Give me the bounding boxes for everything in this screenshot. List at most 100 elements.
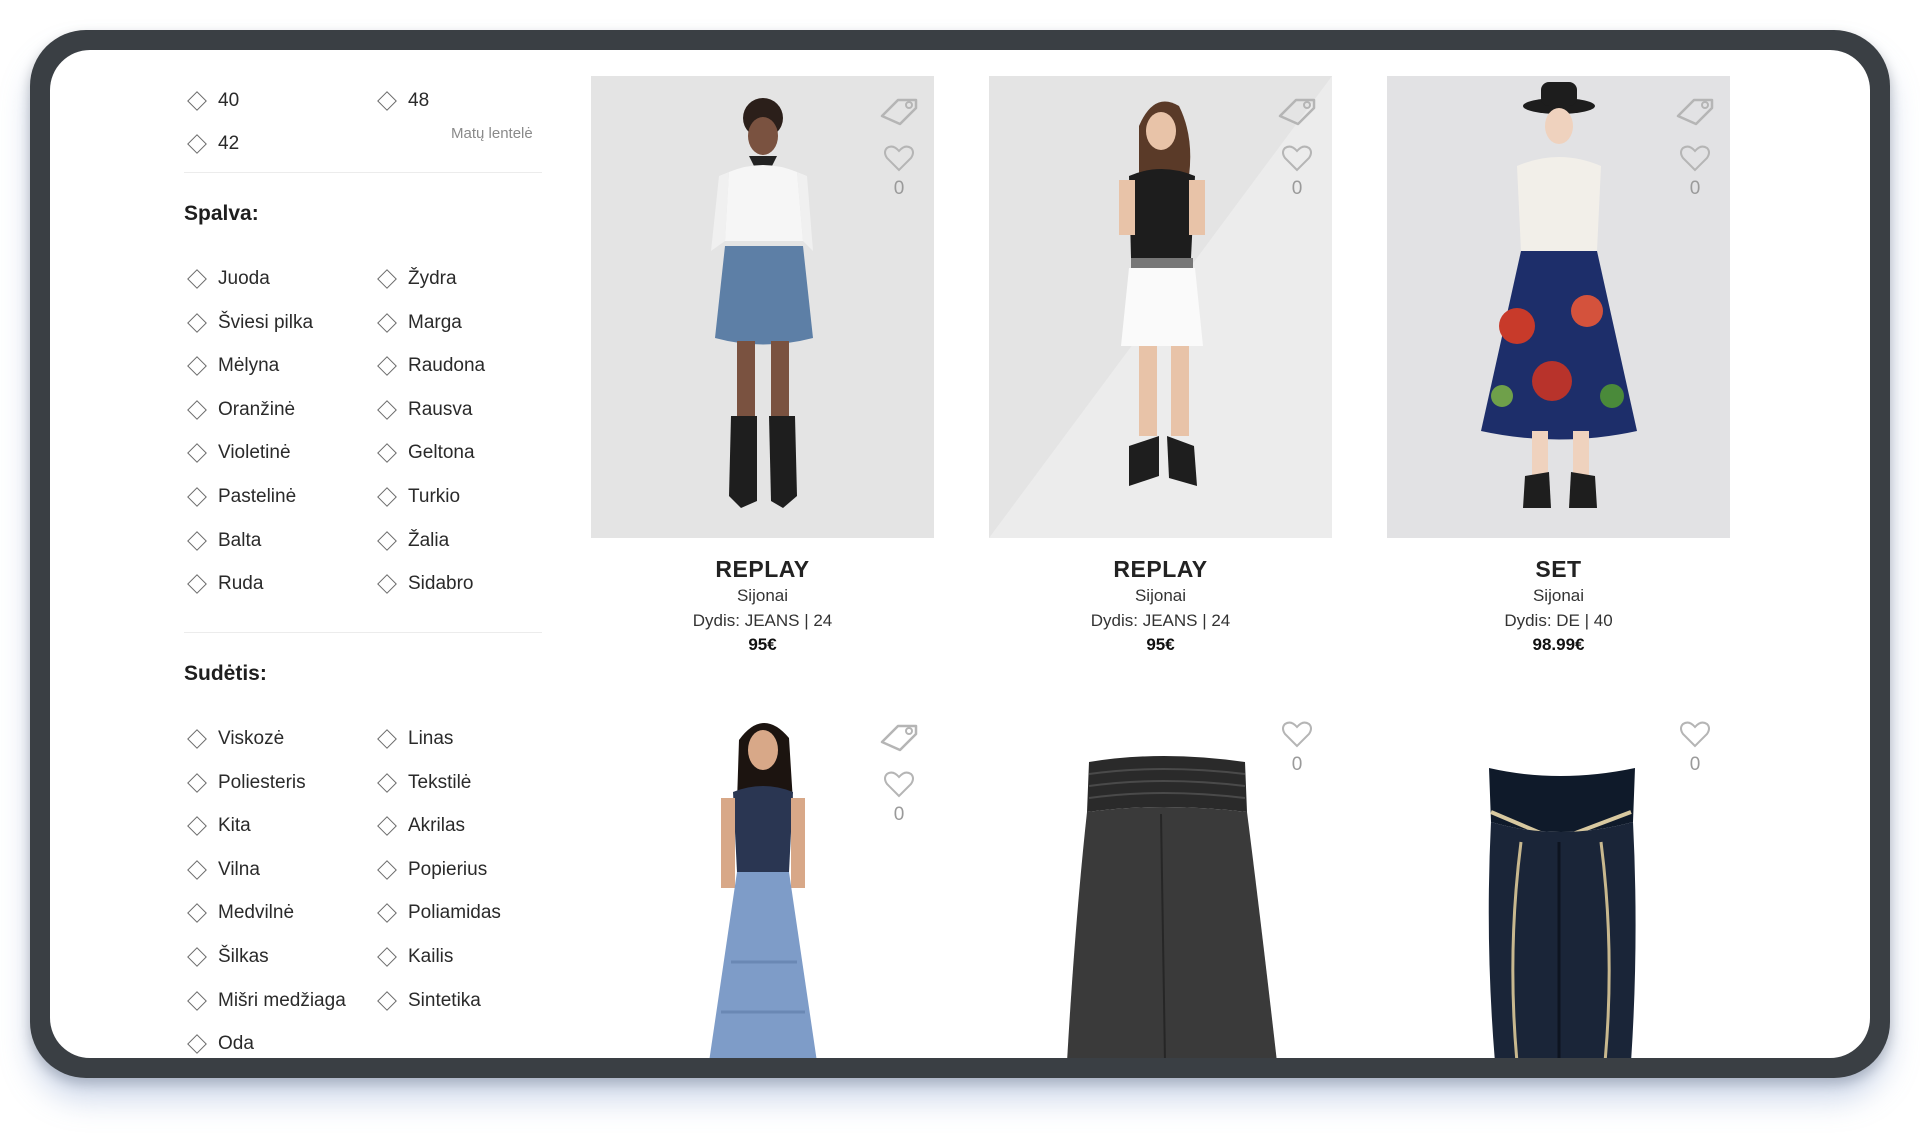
color-option[interactable]: Šviesi pilka [187, 311, 314, 334]
product-image[interactable] [989, 702, 1332, 1058]
device-frame: 40 48 42 Matų lentelė Spalva: Juoda Žydra… [30, 30, 1890, 1078]
size-option-label: 48 [408, 90, 430, 111]
checkbox-diamond-icon [187, 312, 207, 333]
composition-option-label: Popierius [408, 858, 488, 880]
color-option-label: Juoda [218, 268, 270, 289]
checkbox-diamond-icon [187, 356, 207, 377]
composition-option[interactable]: Tekstilė [377, 772, 471, 794]
like-count: 0 [1291, 178, 1303, 199]
size-table-link[interactable]: Matų lentelė [451, 125, 533, 142]
heart-icon[interactable] [883, 144, 915, 177]
price-tag-icon[interactable] [878, 720, 920, 759]
composition-option[interactable]: Šilkas [187, 946, 269, 968]
color-option-label: Balta [218, 529, 262, 551]
composition-option-label: Poliamidas [408, 902, 501, 924]
color-option[interactable]: Geltona [377, 442, 475, 464]
checkbox-diamond-icon [187, 729, 207, 749]
composition-option-label: Kailis [408, 946, 454, 967]
checkbox-diamond-icon [187, 269, 207, 289]
checkbox-diamond-icon [377, 859, 397, 880]
composition-option[interactable]: Vilna [187, 859, 260, 881]
like-count: 0 [1689, 178, 1701, 199]
price-tag-icon[interactable] [878, 94, 920, 133]
checkbox-diamond-icon [377, 312, 397, 333]
filter-sidebar: 40 48 42 Matų lentelė Spalva: Juoda Žydra… [50, 50, 570, 1058]
color-option[interactable]: Pastelinė [187, 486, 296, 508]
size-option-40[interactable]: 40 [187, 90, 240, 112]
checkbox-diamond-icon [187, 859, 207, 880]
color-option[interactable]: Balta [187, 529, 262, 552]
product-size: Dydis: JEANS | 24 [1090, 611, 1231, 630]
color-option[interactable]: Mėlyna [187, 355, 280, 377]
composition-option[interactable]: Sintetika [377, 989, 481, 1012]
color-option-label: Raudona [408, 355, 486, 377]
color-option[interactable]: Juoda [187, 268, 270, 290]
composition-option[interactable]: Poliamidas [377, 902, 501, 924]
size-option-label: 42 [218, 133, 240, 154]
size-option-label: 40 [218, 90, 240, 111]
composition-option-label: Poliesteris [218, 771, 306, 793]
checkbox-diamond-icon [377, 947, 397, 967]
price-tag-icon[interactable] [1674, 94, 1716, 133]
checkbox-diamond-icon [187, 990, 207, 1011]
composition-option[interactable]: Kita [187, 815, 251, 837]
color-option[interactable]: Oranžinė [187, 398, 296, 421]
composition-option[interactable]: Viskozė [187, 728, 285, 750]
product-info: REPLAY Sijonai Dydis: JEANS | 24 95€ [989, 554, 1332, 657]
heart-icon[interactable] [1679, 144, 1711, 177]
price-tag-icon[interactable] [1276, 94, 1318, 133]
color-option[interactable]: Turkio [377, 486, 461, 508]
composition-filter-title: Sudėtis: [184, 662, 267, 685]
composition-option[interactable]: Linas [377, 728, 453, 750]
composition-option-label: Sintetika [408, 989, 481, 1011]
color-option-label: Turkio [408, 486, 461, 507]
composition-option[interactable]: Oda [187, 1033, 254, 1055]
composition-option[interactable]: Mišri medžiaga [187, 989, 346, 1012]
checkbox-diamond-icon [377, 399, 397, 420]
color-option[interactable]: Sidabro [377, 573, 474, 595]
composition-option-label: Viskozė [218, 728, 285, 749]
color-option-label: Žydra [408, 268, 457, 289]
composition-option[interactable]: Medvilnė [187, 902, 294, 924]
heart-icon[interactable] [1281, 144, 1313, 177]
color-option[interactable]: Žydra [377, 268, 457, 290]
checkbox-diamond-icon [377, 990, 397, 1011]
product-category: Sijonai [1532, 586, 1585, 605]
composition-option[interactable]: Popierius [377, 858, 488, 881]
checkbox-diamond-icon [187, 947, 207, 967]
color-option[interactable]: Violetinė [187, 442, 291, 464]
composition-option[interactable]: Kailis [377, 946, 454, 968]
product-image[interactable] [1387, 702, 1730, 1058]
color-option-label: Oranžinė [218, 398, 296, 420]
heart-icon[interactable] [1281, 720, 1313, 753]
color-option[interactable]: Marga [377, 311, 462, 334]
color-option-label: Marga [408, 311, 462, 333]
checkbox-diamond-icon [377, 574, 397, 595]
heart-icon[interactable] [883, 770, 915, 803]
checkbox-diamond-icon [187, 134, 207, 154]
heart-icon[interactable] [1679, 720, 1711, 753]
color-option-label: Mėlyna [218, 355, 280, 377]
checkbox-diamond-icon [187, 574, 207, 595]
color-option-label: Ruda [218, 573, 264, 595]
product-price: 98.99€ [1532, 635, 1585, 654]
like-count: 0 [893, 178, 905, 199]
color-option-label: Šviesi pilka [218, 311, 314, 333]
product-brand: REPLAY [1113, 556, 1208, 582]
composition-option-label: Šilkas [218, 946, 269, 967]
composition-option[interactable]: Poliesteris [187, 771, 306, 794]
composition-option[interactable]: Akrilas [377, 815, 465, 837]
color-option[interactable]: Rausva [377, 399, 472, 421]
product-category: Sijonai [736, 586, 789, 605]
size-option-48[interactable]: 48 [377, 90, 430, 112]
color-option-label: Geltona [408, 442, 475, 464]
checkbox-diamond-icon [187, 816, 207, 837]
size-option-42[interactable]: 42 [187, 133, 240, 155]
color-option[interactable]: Ruda [187, 573, 264, 595]
color-option[interactable]: Raudona [377, 355, 486, 377]
checkbox-diamond-icon [187, 1034, 207, 1055]
checkbox-diamond-icon [187, 443, 207, 464]
color-option[interactable]: Žalia [377, 529, 450, 552]
color-option-label: Žalia [408, 529, 450, 551]
composition-option-label: Mišri medžiaga [218, 989, 346, 1011]
